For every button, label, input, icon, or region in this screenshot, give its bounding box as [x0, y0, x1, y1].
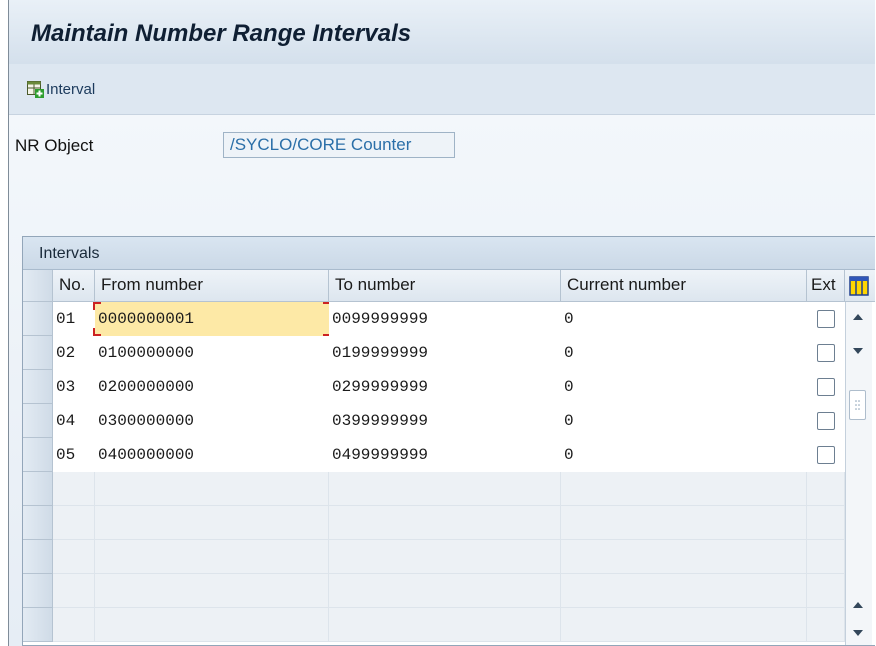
cell-no: 05 — [53, 438, 95, 472]
scroll-thumb[interactable] — [849, 390, 866, 420]
column-header-current-number[interactable]: Current number — [561, 270, 807, 302]
focus-bracket-top-left — [93, 302, 101, 310]
page-down-icon[interactable] — [850, 624, 866, 640]
empty-cell — [53, 540, 95, 574]
cell-from-number[interactable]: 0300000000 — [95, 404, 329, 438]
cell-to-number[interactable]: 0299999999 — [329, 370, 561, 404]
row-selector[interactable] — [23, 574, 53, 608]
column-header-from-number[interactable]: From number — [95, 270, 329, 302]
cell-current-number[interactable]: 0 — [561, 438, 807, 472]
ext-checkbox[interactable] — [817, 412, 835, 430]
empty-cell — [561, 574, 807, 608]
row-selector[interactable] — [23, 438, 53, 472]
ext-checkbox[interactable] — [817, 446, 835, 464]
column-header-no[interactable]: No. — [53, 270, 95, 302]
insert-interval-button[interactable]: Interval — [27, 78, 95, 100]
app-window: Maintain Number Range Intervals Interval… — [8, 0, 875, 646]
page-up-icon[interactable] — [850, 598, 866, 614]
empty-cell — [53, 608, 95, 642]
cell-to-number[interactable]: 0399999999 — [329, 404, 561, 438]
cell-no: 01 — [53, 302, 95, 336]
ext-checkbox[interactable] — [817, 344, 835, 362]
empty-cell — [807, 574, 845, 608]
cell-no: 04 — [53, 404, 95, 438]
cell-no: 02 — [53, 336, 95, 370]
empty-cell — [53, 506, 95, 540]
cell-from-number[interactable]: 0200000000 — [95, 370, 329, 404]
nr-object-field[interactable]: /SYCLO/CORE Counter — [223, 132, 455, 158]
insert-interval-label: Interval — [46, 80, 96, 98]
empty-cell — [807, 608, 845, 642]
empty-cell — [95, 540, 329, 574]
row-selector[interactable] — [23, 404, 53, 438]
row-selector[interactable] — [23, 302, 53, 336]
intervals-title-label: Intervals — [39, 245, 100, 262]
ext-checkbox[interactable] — [817, 378, 835, 396]
nr-object-label: NR Object — [15, 136, 94, 155]
empty-cell — [329, 472, 561, 506]
empty-cell — [329, 506, 561, 540]
cell-current-number[interactable]: 0 — [561, 404, 807, 438]
empty-cell — [53, 574, 95, 608]
empty-cell — [561, 506, 807, 540]
row-selector[interactable] — [23, 608, 53, 642]
empty-cell — [329, 608, 561, 642]
column-header-ext[interactable]: Ext — [807, 270, 845, 302]
row-selector[interactable] — [23, 370, 53, 404]
cell-to-number[interactable]: 0499999999 — [329, 438, 561, 472]
empty-cell — [329, 540, 561, 574]
row-selector[interactable] — [23, 540, 53, 574]
scroll-up-icon[interactable] — [850, 310, 866, 326]
empty-cell — [807, 472, 845, 506]
empty-cell — [329, 574, 561, 608]
select-all-cell[interactable] — [23, 270, 53, 302]
empty-cell — [95, 472, 329, 506]
column-header-to-number[interactable]: To number — [329, 270, 561, 302]
empty-cell — [95, 608, 329, 642]
title-bar: Maintain Number Range Intervals — [9, 0, 875, 64]
ext-checkbox[interactable] — [817, 310, 835, 328]
page-title: Maintain Number Range Intervals — [31, 20, 412, 47]
cell-current-number[interactable]: 0 — [561, 370, 807, 404]
intervals-table: Intervals No. From number To number Curr… — [22, 236, 875, 646]
cell-from-number[interactable]: 0100000000 — [95, 336, 329, 370]
cell-current-number[interactable]: 0 — [561, 302, 807, 336]
cell-to-number[interactable]: 0199999999 — [329, 336, 561, 370]
empty-cell — [807, 506, 845, 540]
empty-cell — [53, 472, 95, 506]
row-selector[interactable] — [23, 506, 53, 540]
content-area: NR Object /SYCLO/CORE Counter Intervals … — [9, 115, 875, 646]
vertical-scrollbar[interactable] — [845, 302, 872, 645]
cell-to-number[interactable]: 0099999999 — [329, 302, 561, 336]
row-selector[interactable] — [23, 472, 53, 506]
scroll-down-icon[interactable] — [850, 342, 866, 358]
cell-from-number[interactable]: 0400000000 — [95, 438, 329, 472]
empty-cell — [561, 608, 807, 642]
empty-cell — [95, 506, 329, 540]
empty-cell — [807, 540, 845, 574]
insert-interval-icon — [27, 80, 44, 98]
table-settings-icon[interactable] — [849, 276, 869, 296]
cell-no: 03 — [53, 370, 95, 404]
row-selector[interactable] — [23, 336, 53, 370]
application-toolbar: Interval — [9, 64, 875, 115]
cell-from-number-selected[interactable]: 0000000001 — [95, 302, 329, 336]
empty-cell — [95, 574, 329, 608]
focus-bracket-bottom-left — [93, 328, 101, 336]
cell-current-number[interactable]: 0 — [561, 336, 807, 370]
intervals-table-title: Intervals — [23, 237, 875, 270]
empty-cell — [561, 472, 807, 506]
empty-cell — [561, 540, 807, 574]
